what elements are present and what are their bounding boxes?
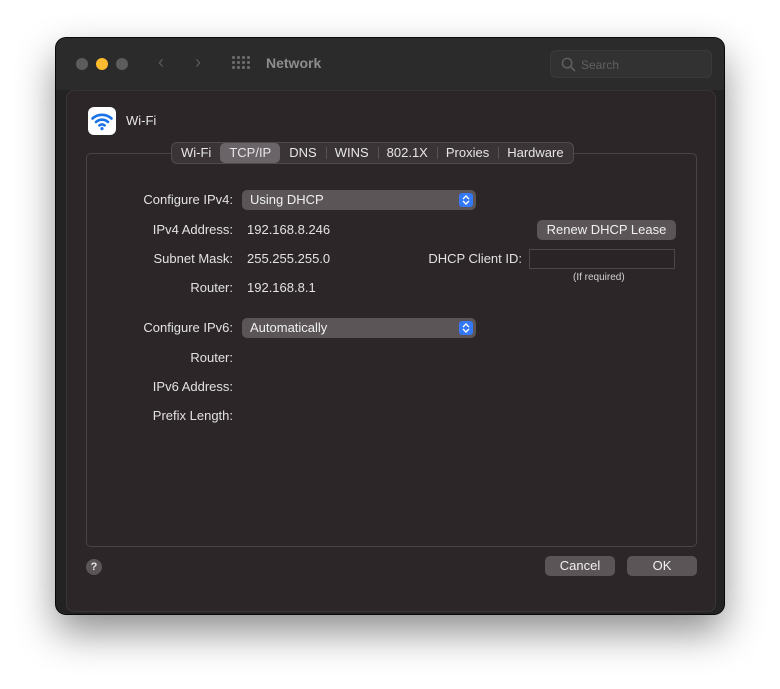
advanced-settings-sheet: Wi-Fi Configure IPv4: Using DHCP IPv4 Ad… bbox=[66, 90, 716, 612]
tab-tcpip[interactable]: TCP/IP bbox=[220, 143, 281, 163]
tab-wins[interactable]: WINS bbox=[325, 143, 378, 163]
network-window: ‹ › Network Search Wi-Fi Configure IPv4:… bbox=[56, 38, 724, 614]
help-button[interactable]: ? bbox=[86, 559, 102, 575]
configure-ipv4-select[interactable]: Using DHCP bbox=[242, 190, 476, 210]
ipv4-address-label: IPv4 Address: bbox=[152, 222, 233, 237]
cancel-button[interactable]: Cancel bbox=[545, 556, 615, 576]
settings-panel: Configure IPv4: Using DHCP IPv4 Address:… bbox=[86, 153, 697, 547]
forward-arrow-icon[interactable]: › bbox=[195, 52, 201, 73]
client-id-hint: (If required) bbox=[573, 272, 625, 283]
zoom-window-button[interactable] bbox=[116, 58, 128, 70]
popup-arrows-icon bbox=[459, 193, 473, 207]
search-field[interactable]: Search bbox=[550, 50, 712, 78]
tab-hardware[interactable]: Hardware bbox=[498, 143, 572, 163]
window-title: Network bbox=[266, 55, 322, 71]
subnet-mask-label: Subnet Mask: bbox=[153, 251, 234, 266]
interface-name: Wi-Fi bbox=[126, 113, 157, 128]
subnet-mask-value: 255.255.255.0 bbox=[247, 251, 331, 266]
wifi-icon bbox=[88, 107, 116, 135]
tab-proxies[interactable]: Proxies bbox=[436, 143, 498, 163]
ipv4-address-value: 192.168.8.246 bbox=[247, 222, 331, 237]
ipv4-router-value: 192.168.8.1 bbox=[247, 280, 316, 295]
configure-ipv6-select[interactable]: Automatically bbox=[242, 318, 476, 338]
tab-wifi[interactable]: Wi-Fi bbox=[172, 143, 220, 163]
ipv6-router-label: Router: bbox=[190, 350, 233, 365]
prefix-length-label: Prefix Length: bbox=[152, 408, 233, 423]
configure-ipv6-label: Configure IPv6: bbox=[143, 320, 233, 335]
renew-dhcp-lease-button[interactable]: Renew DHCP Lease bbox=[537, 220, 676, 240]
title-bar: ‹ › Network Search bbox=[56, 38, 724, 90]
dhcp-client-id-label: DHCP Client ID: bbox=[428, 251, 522, 266]
configure-ipv4-value: Using DHCP bbox=[250, 192, 324, 207]
search-placeholder: Search bbox=[581, 58, 620, 72]
dhcp-client-id-field[interactable] bbox=[529, 249, 675, 269]
configure-ipv4-label: Configure IPv4: bbox=[143, 192, 233, 207]
tab-dns[interactable]: DNS bbox=[280, 143, 325, 163]
tab-bar: Wi-Fi TCP/IP DNS WINS 802.1X Proxies Har… bbox=[171, 142, 574, 164]
minimize-window-button[interactable] bbox=[96, 58, 108, 70]
popup-arrows-icon bbox=[459, 321, 473, 335]
back-arrow-icon[interactable]: ‹ bbox=[158, 52, 164, 73]
ipv4-router-label: Router: bbox=[190, 280, 233, 295]
tab-8021x[interactable]: 802.1X bbox=[377, 143, 437, 163]
ok-button[interactable]: OK bbox=[627, 556, 697, 576]
configure-ipv6-value: Automatically bbox=[250, 320, 328, 335]
show-all-grid-icon[interactable] bbox=[232, 56, 250, 70]
search-icon bbox=[561, 57, 576, 72]
close-window-button[interactable] bbox=[76, 58, 88, 70]
ipv6-address-label: IPv6 Address: bbox=[152, 379, 233, 394]
